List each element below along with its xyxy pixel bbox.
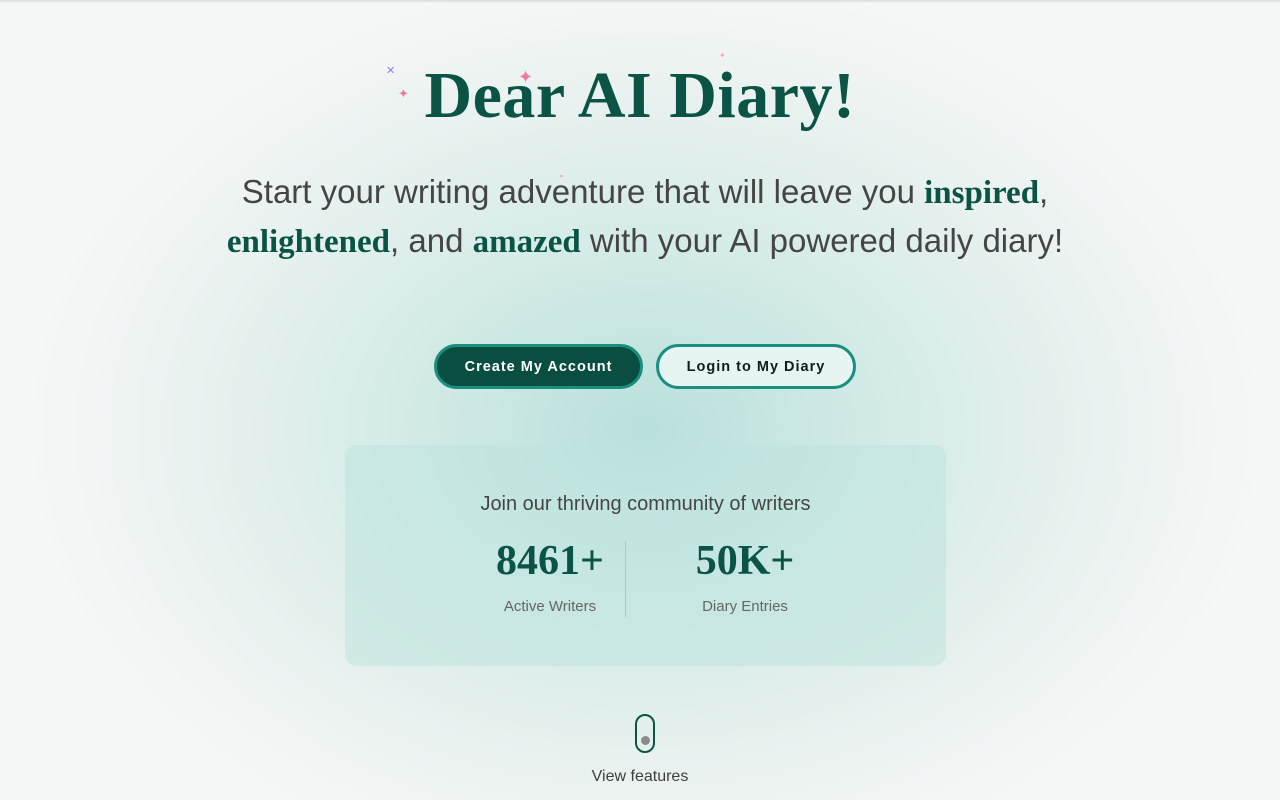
tagline-text: , <box>1039 173 1049 210</box>
stat-value: 8461+ <box>496 538 604 584</box>
stats-heading: Join our thriving community of writers <box>480 493 811 515</box>
page-title: Dear AI Diary! <box>424 59 856 132</box>
view-features-link[interactable]: View features <box>0 768 1280 786</box>
scroll-dot <box>641 736 650 745</box>
stat-label: Active Writers <box>503 598 597 615</box>
top-edge-shadow <box>0 0 1280 3</box>
stat-label: Diary Entries <box>702 598 788 615</box>
stat-diary-entries: 50K+ Diary Entries <box>645 537 845 615</box>
hero-actions: Create My Account Login to My Diary <box>0 344 1280 389</box>
highlight-enlightened: enlightened <box>226 224 391 260</box>
login-button[interactable]: Login to My Diary <box>656 344 856 389</box>
create-account-button[interactable]: Create My Account <box>434 344 643 389</box>
stat-active-writers: 8461+ Active Writers <box>450 537 650 615</box>
tagline-text: , and <box>390 222 473 259</box>
community-stats-card: Join our thriving community of writers 8… <box>345 445 946 666</box>
stats-divider <box>625 541 626 617</box>
mouse-scroll-icon[interactable] <box>635 714 655 753</box>
highlight-inspired: inspired <box>924 175 1040 211</box>
stat-value: 50K+ <box>695 538 795 584</box>
highlight-amazed: amazed <box>472 224 581 260</box>
hero-tagline: Start your writing adventure that will l… <box>220 168 1070 266</box>
tagline-text: Start your writing adventure that will l… <box>241 173 925 210</box>
tagline-text: with your AI powered daily diary! <box>580 222 1064 259</box>
